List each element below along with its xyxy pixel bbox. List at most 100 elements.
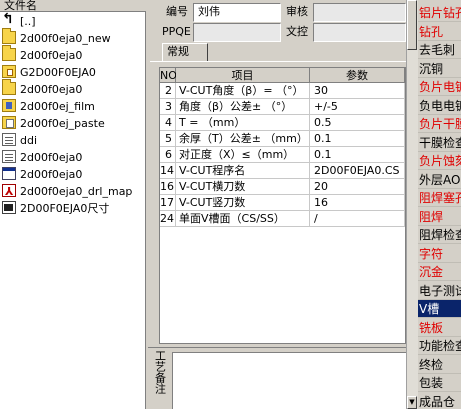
process-item[interactable]: 终检 [418,356,461,374]
ppqe-label: PPQE [162,25,191,38]
tab-divider [150,61,406,62]
file-name: [..] [20,15,36,28]
notes-field[interactable] [172,352,406,409]
row-item: V-CUT竖刀数 [176,195,310,210]
scrollbar-thumb[interactable] [407,0,417,50]
document-icon [2,133,16,146]
process-item[interactable]: 负片蚀刻 [418,152,461,170]
process-item[interactable]: 电子测试 [418,282,461,300]
up-folder-icon [2,11,16,28]
cad-file-icon [2,201,16,214]
file-list-item[interactable]: [..] [2,11,144,30]
file-list-item[interactable]: 2d00f0eja0 [2,79,144,98]
grid-row[interactable]: 6 对正度（X）≤（mm） 0.1 [160,147,405,163]
row-value[interactable]: 30 [310,83,405,98]
process-item[interactable]: 字符 [418,245,461,263]
grid-row[interactable]: 24 单面V槽面（CS/SS） / [160,211,405,227]
tab-general[interactable]: 常规 [162,43,208,61]
file-list-item[interactable]: 2d00f0eja0 [2,166,144,183]
file-list-item[interactable]: 2d00f0eja0 [2,149,144,166]
grid-row[interactable]: 4T = （mm） 0.5 [160,115,405,131]
window-file-icon [2,167,16,180]
process-item[interactable]: 包装 [418,374,461,392]
grid-row[interactable]: 3 角度（β）公差± （°） +/-5 [160,99,405,115]
row-value[interactable]: +/-5 [310,99,405,114]
process-item[interactable]: 铝片钻孔 [418,4,461,22]
editor-label: 编号 [166,5,188,18]
folder-icon [2,79,16,95]
file-list-item[interactable]: 2d00f0eja0 [2,45,144,64]
row-number: 17 [160,195,176,210]
row-value[interactable]: 0.1 [310,131,405,146]
process-item[interactable]: 去毛刺 [418,41,461,59]
row-number: 4 [160,115,176,130]
row-item: 余厚（T）公差± （mm） [176,131,310,146]
process-item[interactable]: 阻焊检查 [418,226,461,244]
process-item[interactable]: 阻焊塞孔 [418,189,461,207]
file-list-header[interactable]: 文件名 [0,0,146,12]
row-item: V-CUT横刀数 [176,179,310,194]
ppqe-field[interactable] [193,23,281,42]
file-name: 2d00f0eja0 [20,83,83,96]
document-icon [2,150,16,163]
row-item: V-CUT程序名 [176,163,310,178]
process-item[interactable]: 成品仓 [418,393,461,409]
file-list-item[interactable]: 2d00f0ej_paste [2,115,144,132]
file-list-item[interactable]: 2d00f0ej_film [2,98,144,115]
process-item[interactable]: V槽 [418,300,461,318]
file-list-item[interactable]: ddi [2,132,144,149]
folder-icon [2,45,16,61]
file-name: ddi [20,134,38,147]
process-item[interactable]: 外层AOI [418,171,461,189]
file-name: 2d00f0ej_paste [20,117,105,130]
process-item[interactable]: 沉铜 [418,60,461,78]
row-value[interactable]: 20 [310,179,405,194]
vertical-scrollbar[interactable] [406,0,418,409]
row-value[interactable]: 16 [310,195,405,210]
column-header-item[interactable]: 项目 [176,68,310,83]
file-list-item[interactable]: G2D00F0EJA0 [2,64,144,81]
grid-row[interactable]: 5 余厚（T）公差± （mm） 0.1 [160,131,405,147]
row-value[interactable]: / [310,211,405,226]
film-folder-icon [2,99,16,112]
paste-folder-icon [2,116,16,129]
file-name: 2d00f0eja0 [20,168,83,181]
row-value[interactable]: 0.1 [310,147,405,162]
file-name: 2d00f0ej_film [20,100,95,113]
column-header-param[interactable]: 参数 [310,68,405,83]
editor-field[interactable]: 刘伟 [193,3,281,22]
folder-icon [2,28,16,44]
process-item[interactable]: 负片干膜 [418,115,461,133]
row-number: 5 [160,131,176,146]
control-field[interactable] [313,23,406,42]
scroll-down-arrow-icon[interactable]: ▼ [407,396,417,409]
file-name: 2d00f0eja0 [20,151,83,164]
notes-label-text: 工艺备注 [153,350,167,394]
row-item: 对正度（X）≤（mm） [176,147,310,162]
row-value[interactable]: 2D00F0EJA0.CS [310,163,405,178]
process-item[interactable]: 阻焊 [418,208,461,226]
grid-row[interactable]: 17 V-CUT竖刀数 16 [160,195,405,211]
row-number: 2 [160,83,176,98]
control-label: 文控 [286,25,308,38]
review-field[interactable] [313,3,406,22]
process-item[interactable]: 负电电镀 [418,97,461,115]
column-header-no[interactable]: NO [160,68,177,83]
process-item[interactable]: 铣板 [418,319,461,337]
process-item[interactable]: 干膜检查 [418,134,461,152]
file-list-item[interactable]: 2d00f0eja0_drl_map [2,183,144,200]
row-value[interactable]: 0.5 [310,115,405,130]
file-name: 2d00f0eja0_drl_map [20,185,133,198]
process-item[interactable]: 功能检查 [418,337,461,355]
process-item[interactable]: 沉金 [418,263,461,281]
grid-row[interactable]: 2 V-CUT角度（β）= （°） 30 [160,83,405,99]
grid-row[interactable]: 14 V-CUT程序名 2D00F0EJA0.CS [160,163,405,179]
pdf-icon [2,183,16,200]
row-number: 3 [160,99,176,114]
process-item[interactable]: 钻孔 [418,23,461,41]
file-list-item[interactable]: 2d00f0eja0_new [2,28,144,47]
process-item[interactable]: 负片电镀 [418,78,461,96]
file-list-item[interactable]: 2D00F0EJA0尺寸 [2,200,144,217]
grid-row[interactable]: 16 V-CUT横刀数 20 [160,179,405,195]
row-item: T = （mm） [176,115,310,130]
